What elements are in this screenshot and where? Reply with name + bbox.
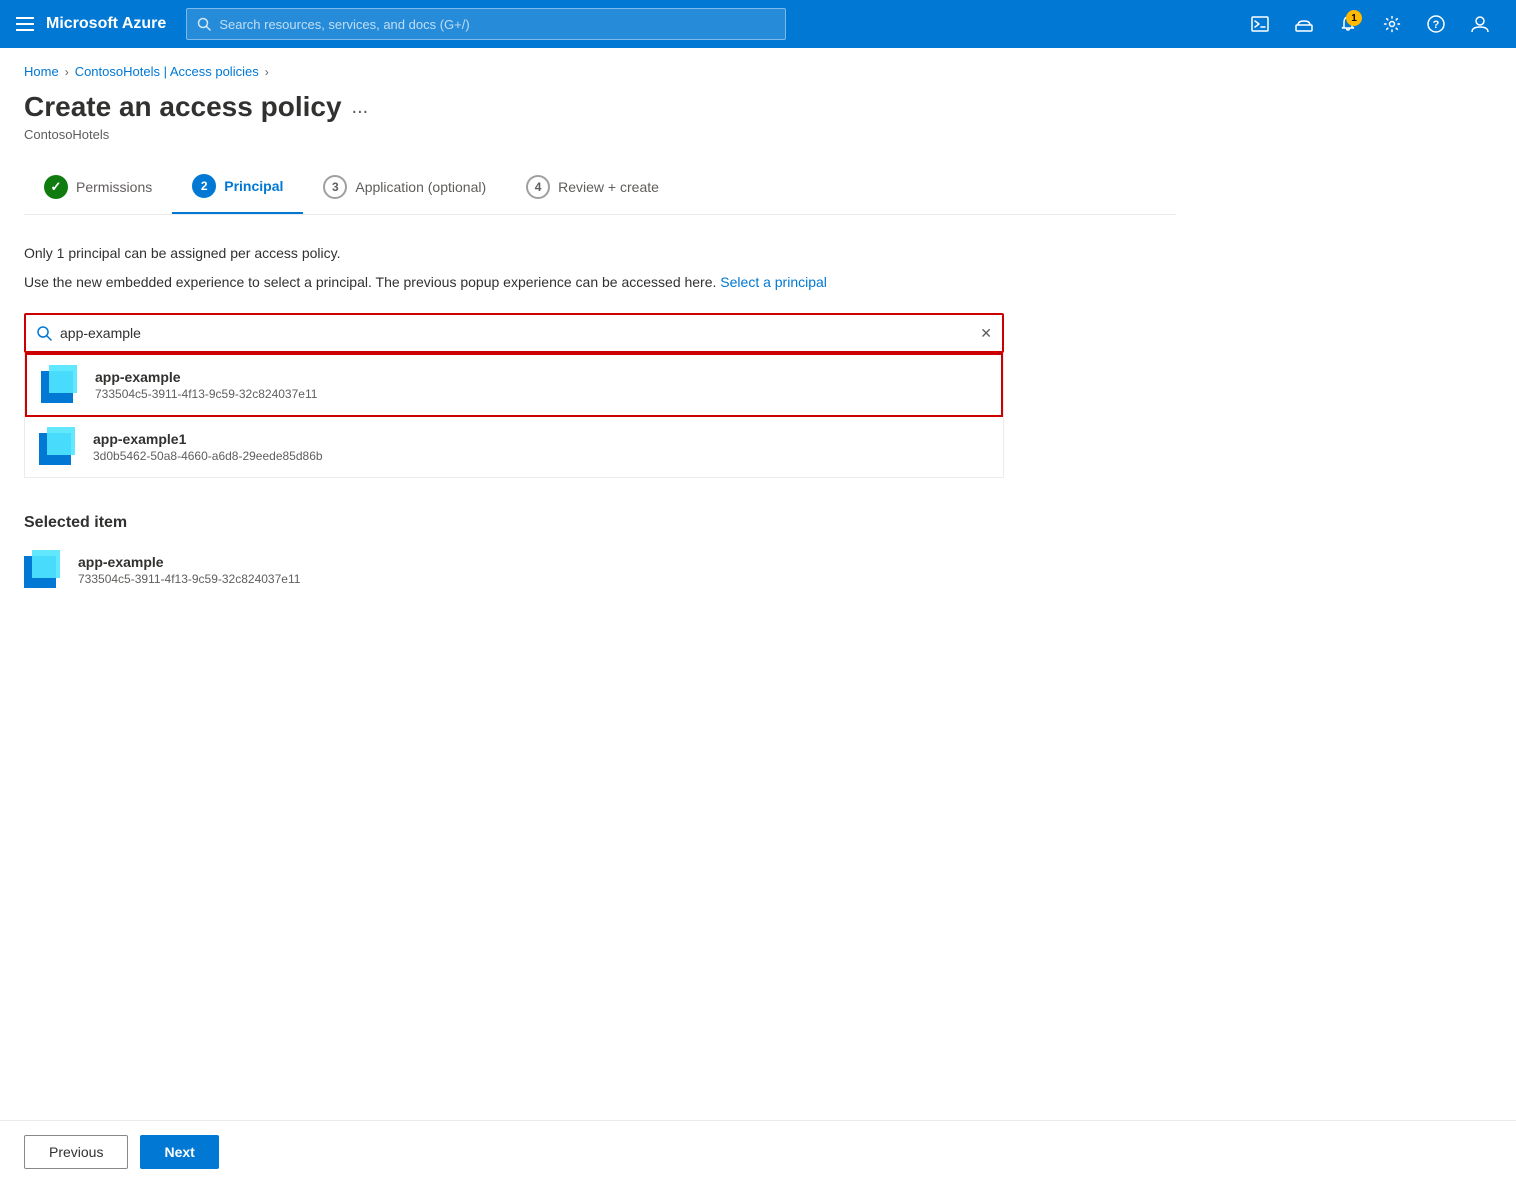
result-item[interactable]: app-example 733504c5-3911-4f13-9c59-32c8…: [27, 355, 1001, 415]
settings-icon-btn[interactable]: [1372, 4, 1412, 44]
wizard-step-application[interactable]: 3 Application (optional): [303, 163, 506, 213]
page-title-more-btn[interactable]: ...: [352, 96, 369, 119]
result-item-1[interactable]: app-example1 3d0b5462-50a8-4660-a6d8-29e…: [25, 417, 1003, 477]
result-info-1: app-example1 3d0b5462-50a8-4660-a6d8-29e…: [93, 431, 323, 463]
step-completed-icon: ✓: [44, 175, 68, 199]
terminal-icon-btn[interactable]: [1240, 4, 1280, 44]
principal-search-icon: [36, 325, 52, 341]
global-search-input[interactable]: [219, 17, 775, 32]
nav-icons: 1 ?: [1240, 4, 1500, 44]
breadcrumb-home[interactable]: Home: [24, 64, 59, 79]
selected-item-name: app-example: [78, 554, 300, 570]
step-principal-number: 2: [192, 174, 216, 198]
help-icon: ?: [1427, 15, 1445, 33]
previous-button[interactable]: Previous: [24, 1135, 128, 1169]
principal-search-input[interactable]: [60, 325, 972, 341]
search-results-container: app-example 733504c5-3911-4f13-9c59-32c8…: [24, 353, 1004, 478]
breadcrumb: Home › ContosoHotels | Access policies ›: [24, 64, 1176, 79]
search-clear-btn[interactable]: ✕: [980, 325, 992, 342]
bottom-action-bar: Previous Next: [0, 1120, 1516, 1183]
profile-icon-btn[interactable]: [1460, 4, 1500, 44]
main-content: Home › ContosoHotels | Access policies ›…: [0, 48, 1200, 610]
result-item-selected-wrapper: app-example 733504c5-3911-4f13-9c59-32c8…: [25, 353, 1003, 417]
step-review-label: Review + create: [558, 179, 659, 195]
step-application-label: Application (optional): [355, 179, 486, 195]
help-icon-btn[interactable]: ?: [1416, 4, 1456, 44]
principal-search-wrapper[interactable]: ✕: [24, 313, 1004, 353]
info-line2: Use the new embedded experience to selec…: [24, 272, 1176, 293]
gear-icon: [1383, 15, 1401, 33]
step-principal-label: Principal: [224, 178, 283, 194]
result-id-0: 733504c5-3911-4f13-9c59-32c824037e11: [95, 387, 317, 401]
top-navigation: Microsoft Azure 1: [0, 0, 1516, 48]
breadcrumb-sep-1: ›: [65, 65, 69, 79]
svg-text:?: ?: [1433, 19, 1440, 31]
step-review-number: 4: [526, 175, 550, 199]
global-search-bar[interactable]: [186, 8, 786, 40]
page-title-row: Create an access policy ...: [24, 91, 1176, 123]
cloudshell-icon: [1294, 15, 1314, 33]
search-icon: [197, 17, 211, 31]
breadcrumb-access-policies[interactable]: ContosoHotels | Access policies: [75, 64, 259, 79]
wizard-step-review[interactable]: 4 Review + create: [506, 163, 679, 213]
notification-badge: 1: [1346, 10, 1362, 26]
info-line1: Only 1 principal can be assigned per acc…: [24, 243, 1176, 264]
step-application-number: 3: [323, 175, 347, 199]
hamburger-menu[interactable]: [16, 17, 34, 31]
selected-section-title: Selected item: [24, 514, 1176, 532]
page-title: Create an access policy: [24, 91, 342, 123]
selected-item-info: app-example 733504c5-3911-4f13-9c59-32c8…: [78, 554, 300, 586]
wizard-steps: ✓ Permissions 2 Principal 3 Application …: [24, 162, 1176, 215]
brand-logo: Microsoft Azure: [46, 15, 166, 33]
step-permissions-label: Permissions: [76, 179, 152, 195]
wizard-step-principal[interactable]: 2 Principal: [172, 162, 303, 214]
selected-item-id: 733504c5-3911-4f13-9c59-32c824037e11: [78, 572, 300, 586]
search-container: ✕ app-example 733504c5-3911-4f13-9c59-32…: [24, 313, 1176, 478]
app-icon-1: [39, 427, 79, 467]
result-id-1: 3d0b5462-50a8-4660-a6d8-29eede85d86b: [93, 449, 323, 463]
selected-section: Selected item app-example 733504c5-3911-…: [24, 514, 1176, 594]
next-button[interactable]: Next: [140, 1135, 218, 1169]
notifications-icon-btn[interactable]: 1: [1328, 4, 1368, 44]
breadcrumb-sep-2: ›: [265, 65, 269, 79]
avatar-icon: [1470, 14, 1490, 34]
wizard-step-permissions[interactable]: ✓ Permissions: [24, 163, 172, 213]
result-info-0: app-example 733504c5-3911-4f13-9c59-32c8…: [95, 369, 317, 401]
result-name-1: app-example1: [93, 431, 323, 447]
terminal-icon: [1251, 15, 1269, 33]
app-icon-0: [41, 365, 81, 405]
cloudshell-icon-btn[interactable]: [1284, 4, 1324, 44]
selected-app-icon: [24, 550, 64, 590]
select-principal-link[interactable]: Select a principal: [720, 274, 827, 290]
page-subtitle: ContosoHotels: [24, 127, 1176, 142]
result-name-0: app-example: [95, 369, 317, 385]
selected-item: app-example 733504c5-3911-4f13-9c59-32c8…: [24, 546, 1176, 594]
